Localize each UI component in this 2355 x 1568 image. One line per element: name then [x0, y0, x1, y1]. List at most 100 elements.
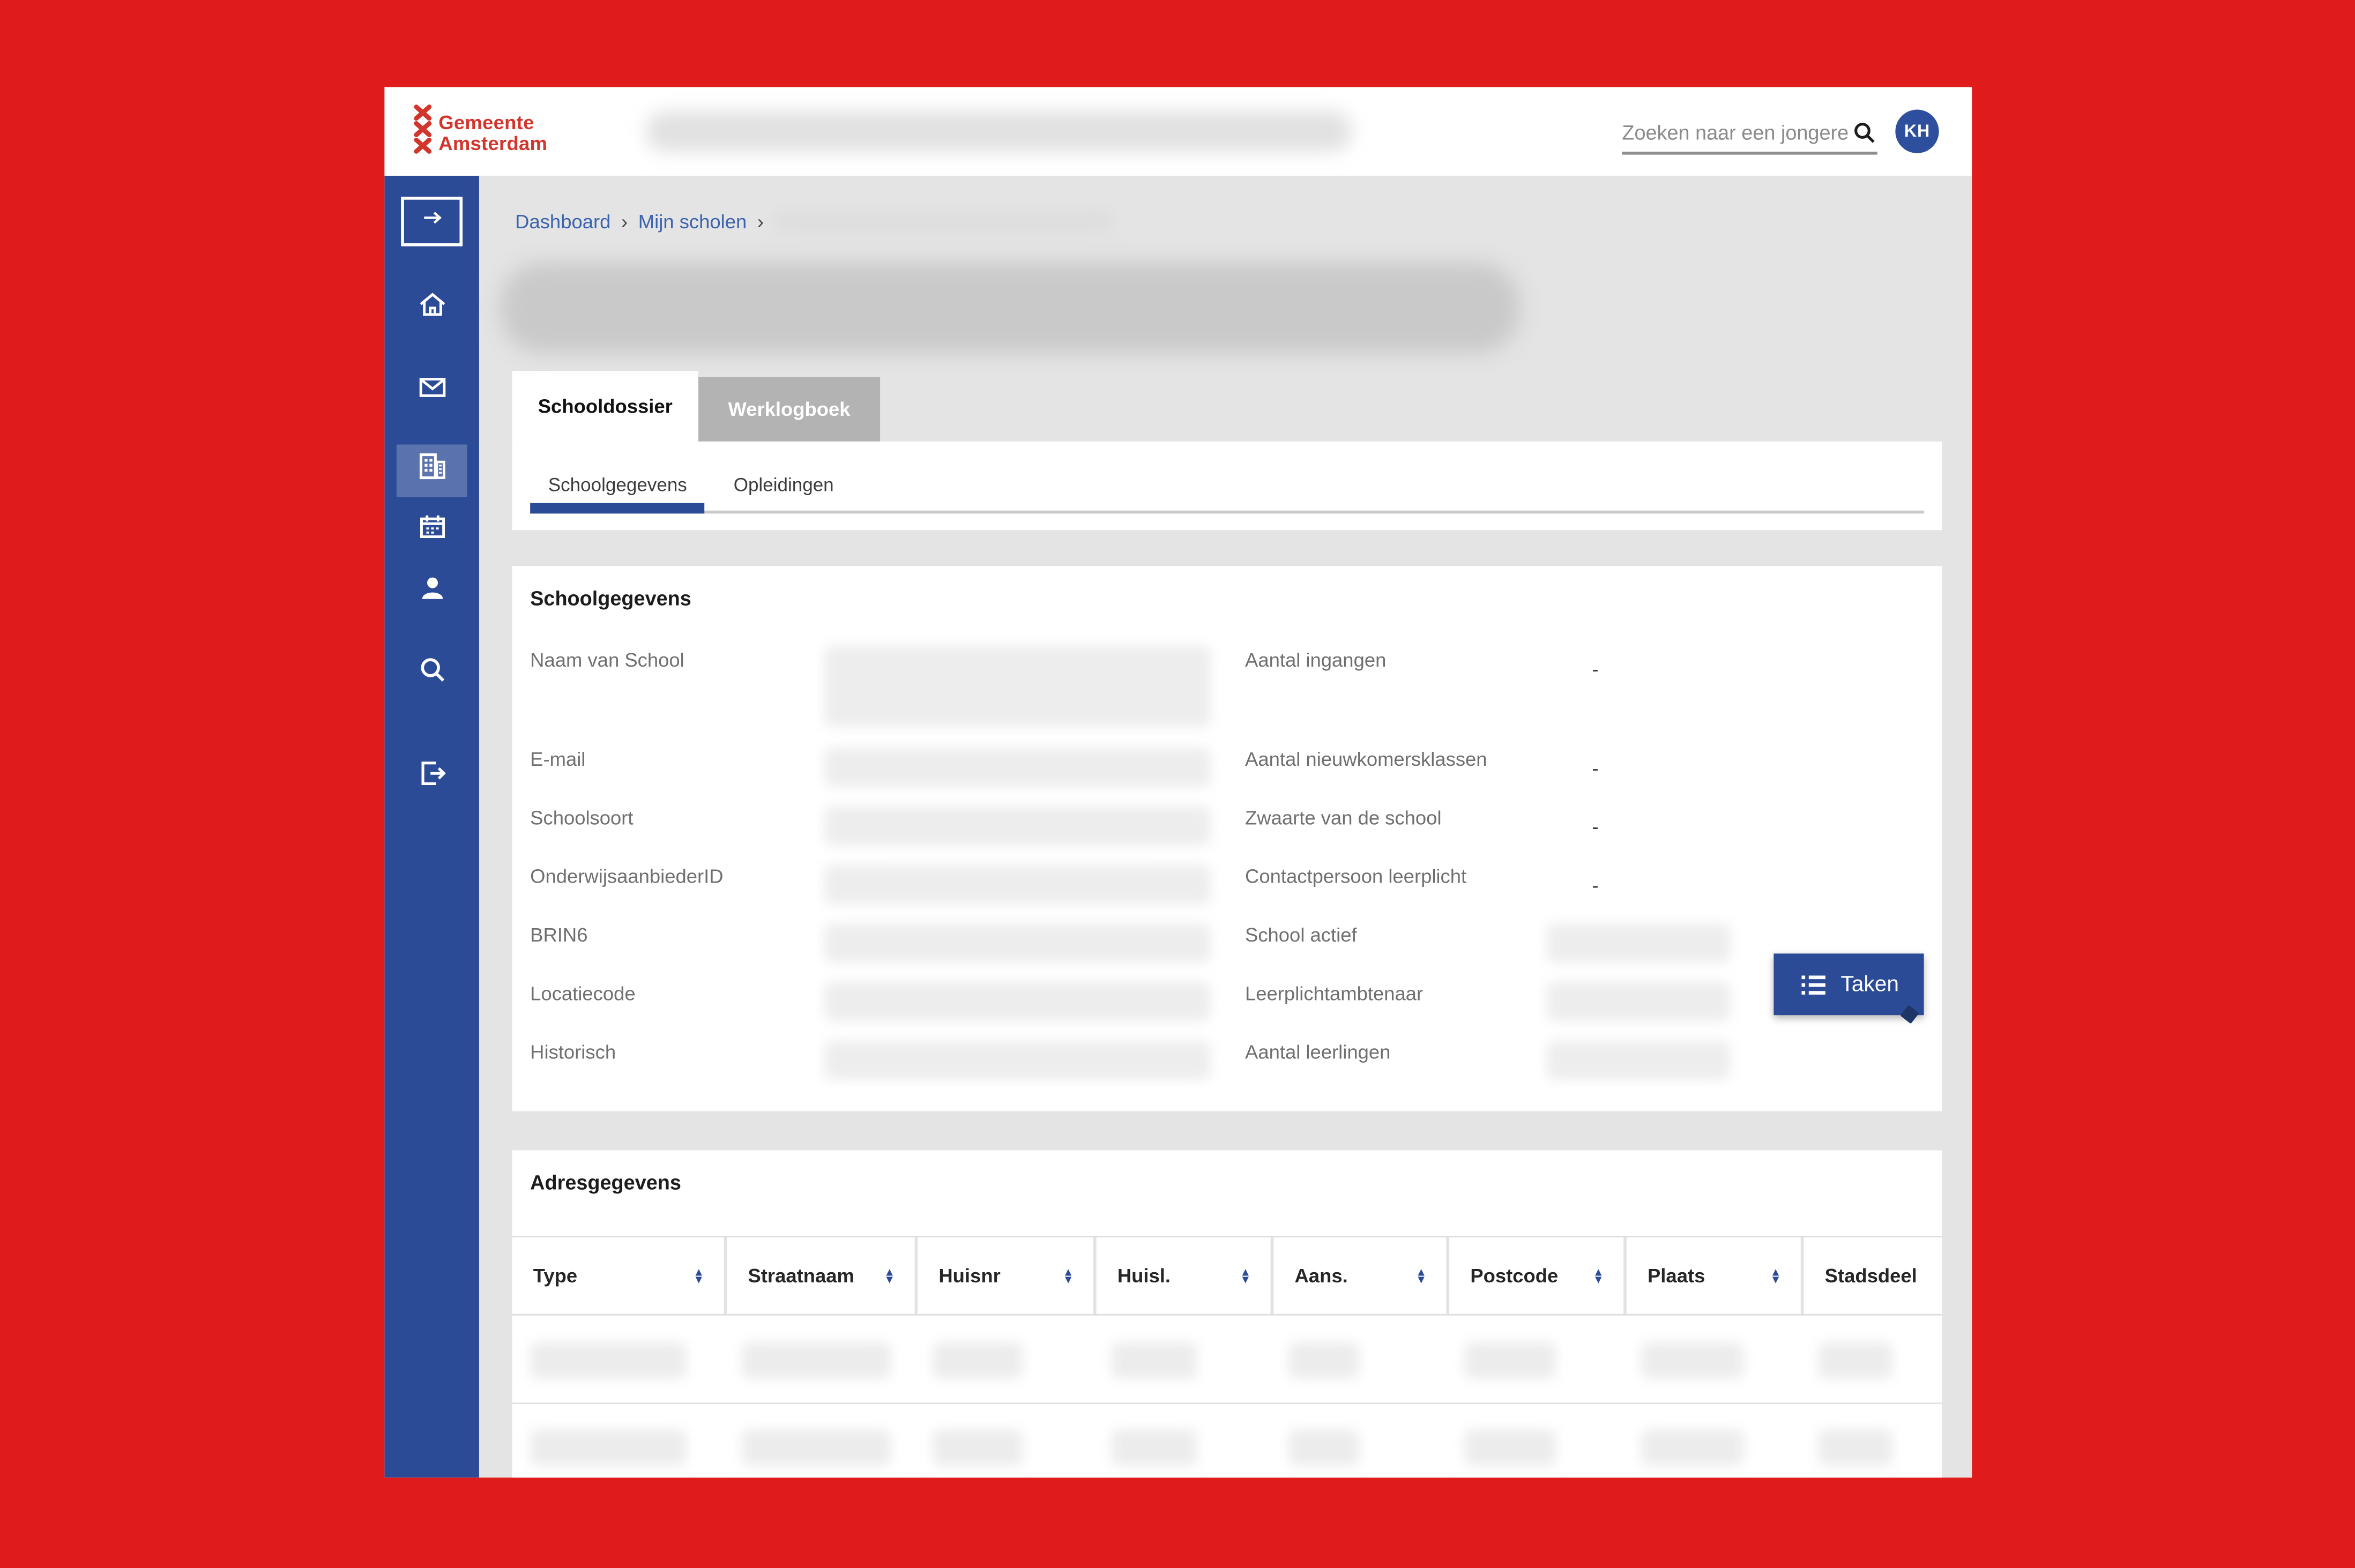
column-label: Huisnr: [938, 1264, 1000, 1287]
field-value-redacted: [824, 1041, 1210, 1080]
search-input[interactable]: Zoeken naar een jongere: [1622, 113, 1877, 154]
address-table-header: Type▲▼Straatnaam▲▼ Huisnr ▲▼ Huisl. ▲▼ Aans. ▲…: [512, 1236, 1942, 1316]
active-subtab-underline: [530, 503, 704, 514]
column-label: Aans.: [1294, 1264, 1347, 1287]
avatar[interactable]: KH: [1895, 110, 1939, 153]
field-value-redacted: [1547, 923, 1730, 962]
column-header-type[interactable]: Type▲▼: [512, 1237, 724, 1314]
table-cell: [724, 1318, 915, 1402]
subtab-schoolgegevens[interactable]: Schoolgegevens: [548, 474, 687, 495]
column-header-huisnr[interactable]: Huisnr ▲▼: [915, 1237, 1093, 1314]
table-row[interactable]: [512, 1406, 1942, 1478]
sidebar-item-messages[interactable]: [384, 374, 479, 407]
column-label: Postcode: [1470, 1264, 1558, 1287]
sort-arrows-icon[interactable]: ▲▼: [1415, 1267, 1427, 1284]
column-header-aans[interactable]: Aans. ▲▼: [1271, 1237, 1447, 1314]
column-header-stadsdeel[interactable]: Stadsdeel: [1801, 1237, 1942, 1314]
person-icon: [415, 571, 449, 612]
cell-value-redacted: [742, 1342, 890, 1378]
sort-arrows-icon[interactable]: ▲▼: [1770, 1267, 1782, 1284]
sort-arrows-icon[interactable]: ▲▼: [693, 1267, 704, 1284]
table-cell: [1093, 1318, 1271, 1402]
field-label: Contactpersoon leerplicht: [1245, 865, 1466, 887]
table-cell: [1623, 1318, 1801, 1402]
desktop-background: Gemeente Amsterdam Zoeken naar een jonge…: [0, 0, 2355, 1567]
mail-icon: [415, 370, 449, 411]
schoolgegevens-card: Schoolgegevens Naam van SchoolE-mailScho…: [512, 566, 1942, 1111]
card-title: Schoolgegevens: [530, 587, 691, 610]
field-value: -: [1592, 816, 1598, 838]
table-row[interactable]: [512, 1318, 1942, 1404]
sidebar-item-logout[interactable]: [384, 760, 479, 793]
table-cell: [724, 1406, 915, 1478]
column-label: Huisl.: [1117, 1264, 1171, 1287]
cell-value-redacted: [1288, 1342, 1359, 1378]
sort-down-icon: ▼: [1063, 1275, 1074, 1283]
sort-down-icon: ▼: [1415, 1275, 1427, 1283]
sidebar-item-profile[interactable]: [384, 575, 479, 608]
field-value: -: [1592, 658, 1598, 680]
sort-arrows-icon[interactable]: ▲▼: [1593, 1267, 1604, 1284]
sidebar-item-search[interactable]: [384, 656, 479, 690]
column-header-straatnaam[interactable]: Straatnaam▲▼: [724, 1237, 915, 1314]
andreas-crosses-icon: [413, 103, 433, 162]
column-header-postcode[interactable]: Postcode ▲▼: [1447, 1237, 1624, 1314]
table-cell: [1271, 1318, 1447, 1402]
table-cell: [1447, 1318, 1624, 1402]
gemeente-amsterdam-logo[interactable]: Gemeente Amsterdam: [413, 103, 548, 162]
sidebar-item-home[interactable]: [384, 292, 479, 325]
logo-text: Gemeente Amsterdam: [438, 112, 547, 154]
sort-arrows-icon[interactable]: ▲▼: [1063, 1267, 1074, 1284]
table-cell: [1271, 1406, 1447, 1478]
cell-value-redacted: [933, 1342, 1023, 1378]
app-window: Gemeente Amsterdam Zoeken naar een jonge…: [384, 87, 1972, 1478]
field-label: OnderwijsaanbiederID: [530, 865, 723, 887]
sidebar-item-calendar[interactable]: [384, 513, 479, 547]
tab-schooldossier[interactable]: Schooldossier: [512, 371, 698, 442]
cell-value-redacted: [1112, 1342, 1197, 1378]
field-value-redacted: [824, 865, 1210, 904]
field-label: Aantal ingangen: [1245, 649, 1386, 671]
field-value-redacted: [1547, 1041, 1730, 1080]
column-header-huisl[interactable]: Huisl. ▲▼: [1093, 1237, 1271, 1314]
sort-down-icon: ▼: [1240, 1275, 1251, 1283]
sort-down-icon: ▼: [693, 1275, 704, 1283]
sort-down-icon: ▼: [1770, 1275, 1782, 1283]
building-icon: [414, 449, 449, 491]
breadcrumb: Dashboard›Mijn scholen›: [515, 210, 1112, 233]
sort-arrows-icon[interactable]: ▲▼: [884, 1267, 895, 1284]
field-value-redacted: [824, 748, 1210, 787]
subtab-bar: Schoolgegevens Opleidingen: [512, 442, 1942, 530]
column-header-plaats[interactable]: Plaats▲▼: [1623, 1237, 1801, 1314]
cell-value-redacted: [1464, 1430, 1556, 1466]
cell-value-redacted: [1642, 1342, 1744, 1378]
field-value-redacted: [1547, 982, 1730, 1021]
table-cell: [512, 1406, 724, 1478]
taken-label: Taken: [1840, 972, 1898, 996]
tab-werklogboek[interactable]: Werklogboek: [698, 377, 880, 441]
taken-button[interactable]: Taken: [1773, 953, 1924, 1015]
cell-value-redacted: [530, 1430, 686, 1466]
table-cell: [1801, 1406, 1942, 1478]
sidebar-item-schools[interactable]: [384, 453, 479, 487]
cell-value-redacted: [1819, 1342, 1892, 1378]
cell-value-redacted: [1288, 1430, 1359, 1466]
page-title-redacted: [500, 263, 1520, 353]
breadcrumb-link-mijn-scholen[interactable]: Mijn scholen: [638, 210, 747, 233]
table-cell: [915, 1406, 1093, 1478]
cell-value-redacted: [1642, 1430, 1744, 1466]
breadcrumb-redacted: [774, 210, 1112, 233]
main-content: Dashboard›Mijn scholen› SchooldossierWer…: [479, 176, 1972, 1478]
table-cell: [1801, 1318, 1942, 1402]
table-cell: [1447, 1406, 1624, 1478]
search-icon: [415, 653, 449, 693]
search-icon[interactable]: [1852, 120, 1877, 145]
sort-arrows-icon[interactable]: ▲▼: [1240, 1267, 1251, 1284]
field-label: Leerplichtambtenaar: [1245, 982, 1423, 1005]
cell-value-redacted: [742, 1430, 890, 1466]
field-label: Locatiecode: [530, 982, 636, 1005]
sidebar-collapse-button[interactable]: [401, 197, 463, 246]
adresgegevens-card: Adresgegevens Type▲▼Straatnaam▲▼Huisnr▲▼…: [512, 1150, 1942, 1477]
subtab-opleidingen[interactable]: Opleidingen: [734, 474, 834, 495]
breadcrumb-link-dashboard[interactable]: Dashboard: [515, 210, 610, 233]
